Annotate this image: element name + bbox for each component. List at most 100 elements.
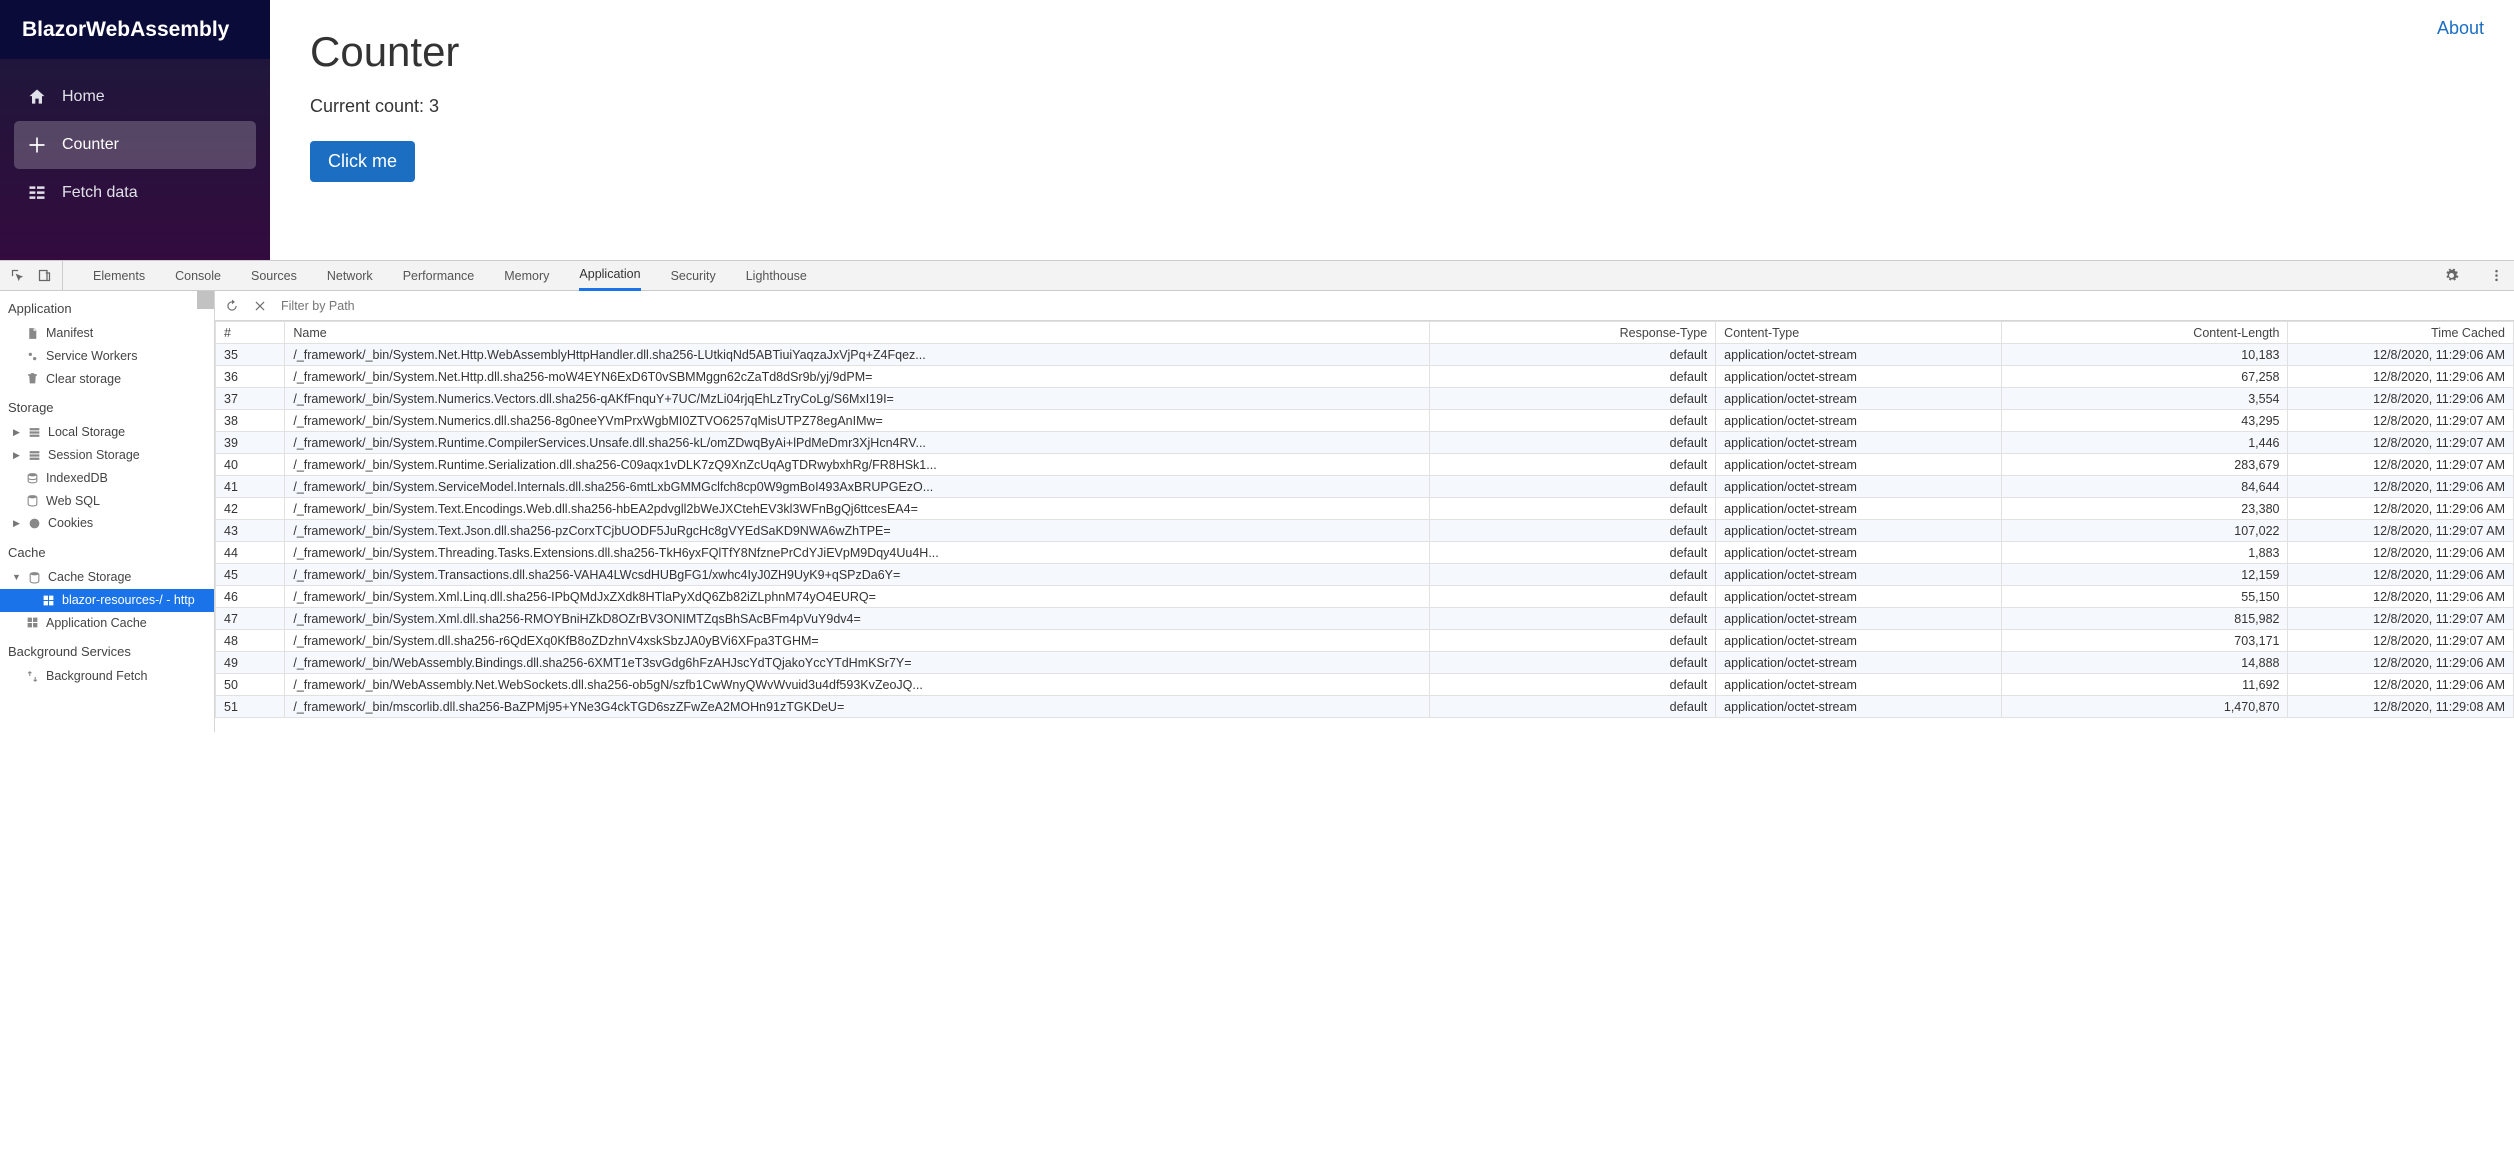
table-row[interactable]: 46/_framework/_bin/System.Xml.Linq.dll.s… [216, 586, 2514, 608]
side-cache-entry[interactable]: blazor-resources-/ - http [0, 589, 214, 612]
section-cache: Cache [0, 535, 214, 566]
col-content-type[interactable]: Content-Type [1716, 322, 2002, 344]
label: Session Storage [48, 446, 140, 465]
col-time-cached[interactable]: Time Cached [2288, 322, 2514, 344]
cell-content-length: 23,380 [2002, 498, 2288, 520]
nav-item-fetch[interactable]: Fetch data [14, 169, 256, 217]
tab-sources[interactable]: Sources [251, 261, 297, 291]
scrollbar-thumb[interactable] [197, 291, 214, 309]
side-manifest[interactable]: Manifest [0, 322, 214, 345]
side-clear-storage[interactable]: Clear storage [0, 368, 214, 391]
tab-elements[interactable]: Elements [93, 261, 145, 291]
table-row[interactable]: 37/_framework/_bin/System.Numerics.Vecto… [216, 388, 2514, 410]
cell-index: 45 [216, 564, 285, 586]
nav-item-home[interactable]: Home [14, 73, 256, 121]
cell-time-cached: 12/8/2020, 11:29:06 AM [2288, 652, 2514, 674]
side-websql[interactable]: Web SQL [0, 490, 214, 513]
tab-memory[interactable]: Memory [504, 261, 549, 291]
brand-title: BlazorWebAssembly [0, 0, 270, 59]
cell-response-type: default [1430, 674, 1716, 696]
table-row[interactable]: 44/_framework/_bin/System.Threading.Task… [216, 542, 2514, 564]
plus-icon [27, 135, 47, 155]
about-link[interactable]: About [2437, 18, 2484, 39]
cell-time-cached: 12/8/2020, 11:29:07 AM [2288, 432, 2514, 454]
side-session-storage[interactable]: ▶ Session Storage [0, 444, 214, 467]
table-row[interactable]: 38/_framework/_bin/System.Numerics.dll.s… [216, 410, 2514, 432]
cell-index: 38 [216, 410, 285, 432]
side-cookies[interactable]: ▶Cookies [0, 512, 214, 535]
close-icon[interactable] [253, 299, 267, 313]
cell-response-type: default [1430, 586, 1716, 608]
click-me-button[interactable]: Click me [310, 141, 415, 182]
table-row[interactable]: 45/_framework/_bin/System.Transactions.d… [216, 564, 2514, 586]
tab-application[interactable]: Application [579, 261, 640, 291]
tab-console[interactable]: Console [175, 261, 221, 291]
side-indexeddb[interactable]: IndexedDB [0, 467, 214, 490]
cell-content-type: application/octet-stream [1716, 542, 2002, 564]
page-title: Counter [310, 28, 2474, 76]
filter-input[interactable] [281, 299, 2504, 313]
cell-response-type: default [1430, 454, 1716, 476]
cell-name: /_framework/_bin/System.Text.Json.dll.sh… [285, 520, 1430, 542]
device-toggle-icon[interactable] [37, 268, 52, 283]
cell-response-type: default [1430, 388, 1716, 410]
table-icon [28, 449, 41, 462]
expand-icon: ▶ [12, 449, 21, 463]
table-row[interactable]: 50/_framework/_bin/WebAssembly.Net.WebSo… [216, 674, 2514, 696]
cell-time-cached: 12/8/2020, 11:29:06 AM [2288, 586, 2514, 608]
col-index[interactable]: # [216, 322, 285, 344]
cell-response-type: default [1430, 542, 1716, 564]
cell-content-length: 11,692 [2002, 674, 2288, 696]
tab-network[interactable]: Network [327, 261, 373, 291]
label: Background Fetch [46, 667, 147, 686]
expand-icon: ▶ [12, 517, 21, 531]
refresh-icon[interactable] [225, 299, 239, 313]
cell-name: /_framework/_bin/System.Net.Http.dll.sha… [285, 366, 1430, 388]
label: Web SQL [46, 492, 100, 511]
table-row[interactable]: 49/_framework/_bin/WebAssembly.Bindings.… [216, 652, 2514, 674]
cell-index: 40 [216, 454, 285, 476]
col-content-length[interactable]: Content-Length [2002, 322, 2288, 344]
cell-time-cached: 12/8/2020, 11:29:06 AM [2288, 564, 2514, 586]
table-row[interactable]: 42/_framework/_bin/System.Text.Encodings… [216, 498, 2514, 520]
cell-name: /_framework/_bin/System.Net.Http.WebAsse… [285, 344, 1430, 366]
tab-security[interactable]: Security [671, 261, 716, 291]
tab-performance[interactable]: Performance [403, 261, 475, 291]
cell-index: 47 [216, 608, 285, 630]
cell-response-type: default [1430, 696, 1716, 718]
table-row[interactable]: 36/_framework/_bin/System.Net.Http.dll.s… [216, 366, 2514, 388]
cell-response-type: default [1430, 476, 1716, 498]
side-app-cache[interactable]: Application Cache [0, 612, 214, 635]
kebab-icon[interactable] [2489, 268, 2504, 283]
cell-content-type: application/octet-stream [1716, 652, 2002, 674]
col-name[interactable]: Name [285, 322, 1430, 344]
table-row[interactable]: 35/_framework/_bin/System.Net.Http.WebAs… [216, 344, 2514, 366]
list-icon [27, 183, 47, 203]
table-row[interactable]: 39/_framework/_bin/System.Runtime.Compil… [216, 432, 2514, 454]
cell-response-type: default [1430, 608, 1716, 630]
blazor-main: About Counter Current count: 3 Click me [270, 0, 2514, 260]
table-row[interactable]: 48/_framework/_bin/System.dll.sha256-r6Q… [216, 630, 2514, 652]
tab-lighthouse[interactable]: Lighthouse [746, 261, 807, 291]
cell-content-type: application/octet-stream [1716, 630, 2002, 652]
section-application: Application [0, 291, 214, 322]
table-row[interactable]: 40/_framework/_bin/System.Runtime.Serial… [216, 454, 2514, 476]
side-background-fetch[interactable]: Background Fetch [0, 665, 214, 688]
cell-content-length: 43,295 [2002, 410, 2288, 432]
side-local-storage[interactable]: ▶Local Storage [0, 421, 214, 444]
table-row[interactable]: 51/_framework/_bin/mscorlib.dll.sha256-B… [216, 696, 2514, 718]
cell-index: 42 [216, 498, 285, 520]
fetch-icon [26, 670, 39, 683]
side-service-workers[interactable]: Service Workers [0, 345, 214, 368]
inspect-icon[interactable] [10, 268, 25, 283]
side-cache-storage[interactable]: ▼Cache Storage [0, 566, 214, 589]
blazor-sidebar: BlazorWebAssembly Home Counter Fetch dat… [0, 0, 270, 260]
col-response-type[interactable]: Response-Type [1430, 322, 1716, 344]
gear-icon[interactable] [2444, 268, 2459, 283]
table-row[interactable]: 41/_framework/_bin/System.ServiceModel.I… [216, 476, 2514, 498]
file-icon [26, 327, 39, 340]
table-row[interactable]: 47/_framework/_bin/System.Xml.dll.sha256… [216, 608, 2514, 630]
nav-item-counter[interactable]: Counter [14, 121, 256, 169]
section-storage: Storage [0, 390, 214, 421]
table-row[interactable]: 43/_framework/_bin/System.Text.Json.dll.… [216, 520, 2514, 542]
